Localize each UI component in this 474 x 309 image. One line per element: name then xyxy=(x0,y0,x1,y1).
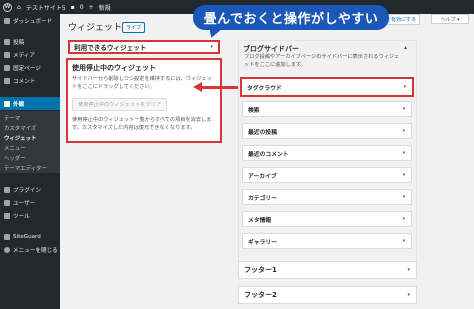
media-icon xyxy=(4,52,10,58)
expand-arrow-icon[interactable]: ▾ xyxy=(403,173,405,178)
submenu-header[interactable]: ヘッダー xyxy=(4,154,26,162)
appearance-submenu: テーマ カスタマイズ ウィジェット メニュー ヘッダー テーマエディター xyxy=(0,111,60,173)
expand-arrow-icon[interactable]: ▾ xyxy=(407,292,410,298)
annotation-arrow-head xyxy=(193,82,202,92)
admin-menu: ダッシュボード 投稿 メディア 固定ページ コメント 外観 テーマ カスタマイズ… xyxy=(0,14,60,309)
dashboard-icon xyxy=(4,18,10,24)
expand-arrow-icon[interactable]: ▾ xyxy=(407,267,410,273)
submenu-widgets[interactable]: ウィジェット xyxy=(4,134,36,142)
expand-arrow-icon[interactable]: ▾ xyxy=(403,107,405,112)
help-tab[interactable]: ヘルプ ▾ xyxy=(431,14,469,24)
comment-count[interactable]: 0 xyxy=(80,4,84,11)
footer-1-area[interactable]: フッター1 ▾ xyxy=(238,261,417,279)
available-widgets-header[interactable]: 利用できるウィジェット ▾ xyxy=(68,40,220,54)
submenu-menus[interactable]: メニュー xyxy=(4,144,26,152)
blog-sidebar-title[interactable]: ブログサイドバー xyxy=(243,44,299,54)
comment-icon xyxy=(4,78,10,84)
plugin-icon xyxy=(4,187,10,193)
site-name-link[interactable]: テストサイト5 xyxy=(26,3,66,12)
shield-icon xyxy=(4,234,10,240)
available-widgets-title: 利用できるウィジェット xyxy=(74,44,147,52)
widget-tag-cloud[interactable]: タグクラウド ▾ xyxy=(240,77,414,97)
menu-item-posts[interactable]: 投稿 xyxy=(0,37,60,47)
live-preview-button[interactable]: ライブ xyxy=(122,22,146,33)
widget-recent-comments[interactable]: 最近のコメント ▾ xyxy=(242,145,412,161)
blog-sidebar-desc: ブログ投稿やアーカイブページのサイドバーに表示されるウィジェットをここに追加しま… xyxy=(244,54,400,68)
expand-arrow-icon[interactable]: ▾ xyxy=(403,239,405,244)
menu-item-dashboard[interactable]: ダッシュボード xyxy=(0,16,60,26)
widget-meta[interactable]: メタ情報 ▾ xyxy=(242,211,412,227)
submenu-themes[interactable]: テーマ xyxy=(4,114,20,122)
menu-item-comments[interactable]: コメント xyxy=(0,76,60,86)
callout-bubble: 畳んでおくと操作がしやすい xyxy=(193,5,389,30)
submenu-theme-editor[interactable]: テーマエディター xyxy=(4,164,47,172)
menu-item-media[interactable]: メディア xyxy=(0,50,60,60)
menu-collapse-button[interactable]: メニューを閉じる xyxy=(0,245,60,255)
menu-item-siteguard[interactable]: SiteGuard xyxy=(0,232,60,242)
inactive-widgets-note: 使用停止中のウィジェット一覧からすべての項目を消去します。カスタマイズした内容は… xyxy=(72,117,212,131)
menu-item-tools[interactable]: ツール xyxy=(0,211,60,221)
widget-categories[interactable]: カテゴリー ▾ xyxy=(242,189,412,205)
expand-arrow-icon[interactable]: ▾ xyxy=(403,151,405,156)
user-icon xyxy=(4,200,10,206)
page-title: ウィジェット xyxy=(68,23,123,33)
home-icon[interactable]: ⌂ xyxy=(17,4,21,11)
footer-2-area[interactable]: フッター2 ▾ xyxy=(238,286,417,304)
wordpress-logo-icon[interactable]: W xyxy=(3,2,12,12)
collapse-up-icon[interactable]: ▴ xyxy=(404,44,407,51)
page-icon xyxy=(4,65,10,71)
menu-item-users[interactable]: ユーザー xyxy=(0,198,60,208)
menu-item-appearance[interactable]: 外観 xyxy=(0,97,60,110)
expand-arrow-icon[interactable]: ▾ xyxy=(403,195,405,200)
plus-icon[interactable]: + xyxy=(89,4,94,11)
clear-inactive-button[interactable]: 使用停止中のウィジェットをクリア xyxy=(72,98,168,112)
expand-arrow-icon[interactable]: ▾ xyxy=(404,85,406,90)
menu-item-plugins[interactable]: プラグイン xyxy=(0,185,60,195)
brush-icon xyxy=(4,100,10,107)
widget-recent-posts[interactable]: 最近の投稿 ▾ xyxy=(242,123,412,139)
wrench-icon xyxy=(4,213,10,219)
collapse-icon xyxy=(4,247,10,253)
inactive-widgets-title: 使用停止中のウィジェット xyxy=(72,64,156,72)
widget-archives[interactable]: アーカイブ ▾ xyxy=(242,167,412,183)
annotation-arrow xyxy=(200,86,240,89)
comment-icon[interactable]: ▪ xyxy=(71,4,75,11)
collapse-arrow-icon[interactable]: ▾ xyxy=(210,44,213,50)
pin-icon xyxy=(4,39,10,45)
menu-item-pages[interactable]: 固定ページ xyxy=(0,63,60,73)
widget-gallery[interactable]: ギャラリー ▾ xyxy=(242,233,412,249)
new-content-link[interactable]: 新規 xyxy=(99,3,111,12)
widget-search[interactable]: 検索 ▾ xyxy=(242,101,412,117)
inactive-widgets-panel: 使用停止中のウィジェット サイドバーから削除しつつ設定を維持するには、ウィジェッ… xyxy=(66,58,222,143)
submenu-customize[interactable]: カスタマイズ xyxy=(4,124,36,132)
expand-arrow-icon[interactable]: ▾ xyxy=(403,217,405,222)
expand-arrow-icon[interactable]: ▾ xyxy=(403,129,405,134)
